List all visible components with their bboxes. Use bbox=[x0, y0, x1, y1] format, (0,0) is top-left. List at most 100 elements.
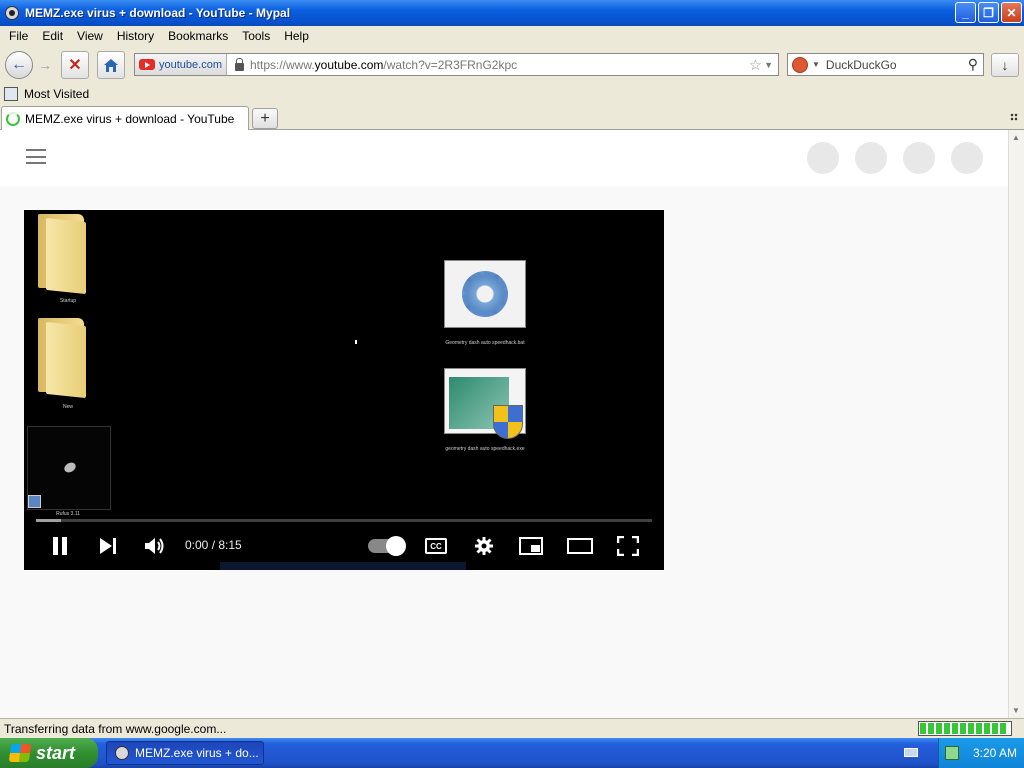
home-icon bbox=[104, 58, 118, 72]
status-progress-fill bbox=[920, 723, 1006, 734]
loading-placeholder-circle bbox=[903, 142, 935, 174]
volume-icon bbox=[145, 538, 164, 554]
downloads-button[interactable]: ↓ bbox=[991, 53, 1019, 77]
miniplayer-icon bbox=[519, 537, 543, 555]
clock[interactable]: 3:20 AM bbox=[973, 746, 1017, 760]
bookmark-star-icon[interactable]: ☆ bbox=[749, 56, 762, 74]
history-dropdown-icon[interactable]: ▼ bbox=[764, 60, 773, 70]
folder-icon bbox=[32, 318, 86, 399]
mypal-task-icon bbox=[115, 746, 129, 760]
loading-placeholder-circle bbox=[951, 142, 983, 174]
system-tray: 3:20 AM bbox=[938, 738, 1024, 768]
loading-placeholder-circle bbox=[807, 142, 839, 174]
loading-spinner-icon bbox=[6, 111, 20, 126]
menu-view[interactable]: View bbox=[70, 29, 110, 43]
autoplay-toggle[interactable] bbox=[368, 536, 406, 556]
new-tab-button[interactable]: + bbox=[252, 108, 278, 129]
buffered-bar bbox=[36, 519, 61, 522]
player-controls: 0:00 / 8:15 CC bbox=[24, 528, 664, 564]
status-progress-bar bbox=[918, 721, 1012, 736]
video-player[interactable]: Startup New Geometry dash auto speedhack… bbox=[24, 210, 664, 570]
window-controls: _ ❐ ✕ bbox=[955, 2, 1022, 23]
url-text[interactable]: https://www.youtube.com/watch?v=2R3FRnG2… bbox=[250, 58, 749, 72]
back-button[interactable]: ← bbox=[5, 51, 33, 79]
plus-icon: + bbox=[260, 109, 270, 127]
desktop-label: Startup bbox=[59, 298, 77, 304]
keyboard-icon[interactable] bbox=[904, 748, 918, 757]
video-taskbar-ghost bbox=[220, 562, 466, 570]
miniplayer-button[interactable] bbox=[518, 532, 544, 560]
youtube-favicon-icon bbox=[139, 59, 155, 70]
stop-button[interactable]: ✕ bbox=[61, 51, 89, 79]
scroll-down-icon[interactable]: ▼ bbox=[1012, 706, 1020, 715]
site-identity-label: youtube.com bbox=[159, 58, 222, 71]
menu-bookmarks[interactable]: Bookmarks bbox=[161, 29, 235, 43]
mute-button[interactable] bbox=[142, 532, 168, 560]
start-label: start bbox=[36, 742, 76, 763]
desktop-label: geometry dash auto speedhack.exe bbox=[445, 446, 525, 452]
page-content: Startup New Geometry dash auto speedhack… bbox=[0, 130, 1008, 718]
menu-help[interactable]: Help bbox=[277, 29, 316, 43]
mypal-app-icon[interactable] bbox=[5, 6, 19, 20]
menu-bar: File Edit View History Bookmarks Tools H… bbox=[0, 26, 1024, 46]
arrow-left-icon: ← bbox=[11, 56, 27, 73]
captions-icon: CC bbox=[425, 538, 447, 554]
settings-button[interactable] bbox=[471, 532, 497, 560]
address-bar[interactable]: youtube.com https://www.youtube.com/watc… bbox=[134, 53, 779, 76]
scroll-up-icon[interactable]: ▲ bbox=[1012, 133, 1020, 142]
video-progress-bar[interactable] bbox=[36, 519, 652, 522]
duckduckgo-icon[interactable] bbox=[792, 56, 808, 73]
taskbar-window-title: MEMZ.exe virus + do... bbox=[135, 746, 259, 760]
close-button[interactable]: ✕ bbox=[1001, 2, 1022, 23]
subtitles-button[interactable]: CC bbox=[423, 532, 449, 560]
pause-icon bbox=[53, 537, 67, 555]
menu-history[interactable]: History bbox=[110, 29, 161, 43]
mouse-cursor-icon bbox=[355, 340, 357, 344]
search-icon[interactable]: ⚲ bbox=[968, 56, 978, 73]
forward-button[interactable]: → bbox=[35, 55, 55, 75]
network-icon[interactable] bbox=[945, 746, 959, 760]
status-bar: Transferring data from www.google.com... bbox=[0, 718, 1024, 738]
search-bar[interactable]: ▼ DuckDuckGo ⚲ bbox=[787, 53, 984, 76]
uac-shield-icon bbox=[493, 405, 523, 439]
minimize-button[interactable]: _ bbox=[955, 2, 976, 23]
mouse-icon bbox=[62, 460, 78, 475]
most-visited-bookmark[interactable]: Most Visited bbox=[24, 87, 89, 101]
restore-button[interactable]: ❐ bbox=[978, 2, 999, 23]
time-display: 0:00 / 8:15 bbox=[185, 538, 242, 552]
next-button[interactable] bbox=[96, 532, 120, 560]
pause-button[interactable] bbox=[48, 532, 72, 560]
hamburger-menu-icon[interactable] bbox=[26, 149, 46, 164]
menu-edit[interactable]: Edit bbox=[35, 29, 70, 43]
tab-list-icon[interactable] bbox=[1010, 113, 1018, 121]
menu-file[interactable]: File bbox=[2, 29, 35, 43]
search-engine-dropdown-icon[interactable]: ▼ bbox=[812, 60, 820, 69]
fullscreen-icon bbox=[617, 536, 639, 556]
lock-icon bbox=[234, 57, 244, 71]
stop-x-icon: ✕ bbox=[68, 57, 82, 74]
settings-gear-icon bbox=[444, 260, 526, 328]
url-prefix: https://www. bbox=[249, 57, 315, 72]
menu-tools[interactable]: Tools bbox=[235, 29, 277, 43]
desktop-label: Rufus 3.11 bbox=[56, 511, 80, 517]
navigation-toolbar: ← → ✕ youtube.com https://www.youtube.co… bbox=[0, 46, 1024, 84]
skip-next-icon bbox=[100, 538, 116, 554]
tab-title: MEMZ.exe virus + download - YouTube bbox=[25, 111, 235, 126]
folder-icon bbox=[32, 214, 86, 295]
gear-icon bbox=[475, 537, 493, 555]
tab-youtube[interactable]: MEMZ.exe virus + download - YouTube bbox=[1, 106, 249, 130]
vertical-scrollbar[interactable]: ▲ ▼ bbox=[1008, 130, 1024, 718]
site-identity-button[interactable]: youtube.com bbox=[135, 54, 227, 75]
taskbar-window-button[interactable]: MEMZ.exe virus + do... bbox=[106, 741, 264, 765]
home-button[interactable] bbox=[97, 51, 125, 79]
fullscreen-button[interactable] bbox=[615, 532, 641, 560]
start-button[interactable]: start bbox=[0, 738, 98, 768]
windows-logo-icon bbox=[8, 744, 32, 762]
loading-placeholder-circle bbox=[855, 142, 887, 174]
installer-icon bbox=[444, 368, 526, 439]
shortcut-arrow-icon bbox=[28, 495, 41, 508]
bookmarks-toolbar: Most Visited bbox=[0, 84, 1024, 104]
download-arrow-icon: ↓ bbox=[1001, 57, 1009, 73]
window-title-bar[interactable]: MEMZ.exe virus + download - YouTube - My… bbox=[0, 0, 1024, 26]
theater-mode-button[interactable] bbox=[566, 532, 594, 560]
